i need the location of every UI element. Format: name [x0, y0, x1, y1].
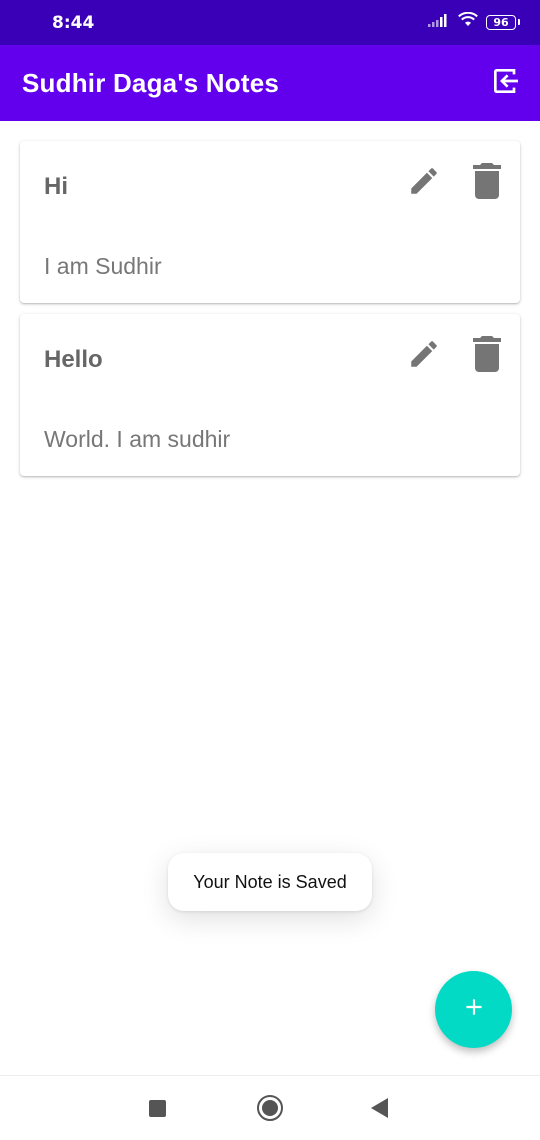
status-icons: 96: [428, 11, 520, 32]
note-title: Hi: [44, 173, 68, 200]
note-body: I am Sudhir: [44, 253, 162, 279]
toast-text: Your Note is Saved: [193, 871, 347, 892]
delete-note-button[interactable]: [472, 335, 502, 377]
back-icon[interactable]: [371, 1098, 388, 1118]
recent-apps-icon[interactable]: [149, 1100, 166, 1117]
signal-icon: [428, 13, 450, 32]
status-time: 8:44: [52, 13, 95, 33]
trash-icon: [472, 162, 502, 204]
home-icon-dot: [262, 1100, 278, 1116]
note-card[interactable]: Hello World. I am sudhir: [20, 314, 520, 476]
note-card[interactable]: Hi I am Sudhir: [20, 141, 520, 303]
trash-icon: [472, 335, 502, 377]
note-title: Hello: [44, 346, 103, 373]
add-note-button[interactable]: [435, 971, 512, 1048]
add-icon: [461, 994, 487, 1025]
delete-note-button[interactable]: [472, 162, 502, 204]
logout-icon: [490, 65, 522, 102]
app-bar: Sudhir Daga's Notes: [0, 45, 540, 121]
note-body: World. I am sudhir: [44, 426, 231, 452]
edit-note-button[interactable]: [406, 165, 442, 201]
wifi-icon: [458, 11, 478, 32]
battery-level: 96: [493, 15, 509, 29]
system-nav-bar: [0, 1075, 540, 1140]
home-icon[interactable]: [257, 1095, 283, 1121]
edit-note-button[interactable]: [406, 338, 442, 374]
app-title: Sudhir Daga's Notes: [22, 68, 280, 98]
pencil-icon: [407, 164, 441, 203]
toast-message: Your Note is Saved: [168, 853, 372, 911]
battery-icon: 96: [486, 14, 520, 30]
status-bar: 8:44 96: [0, 0, 540, 45]
logout-button[interactable]: [488, 65, 524, 101]
pencil-icon: [407, 337, 441, 376]
notes-list: Hi I am Sudhir Hello World. I am sudhir: [20, 141, 520, 487]
